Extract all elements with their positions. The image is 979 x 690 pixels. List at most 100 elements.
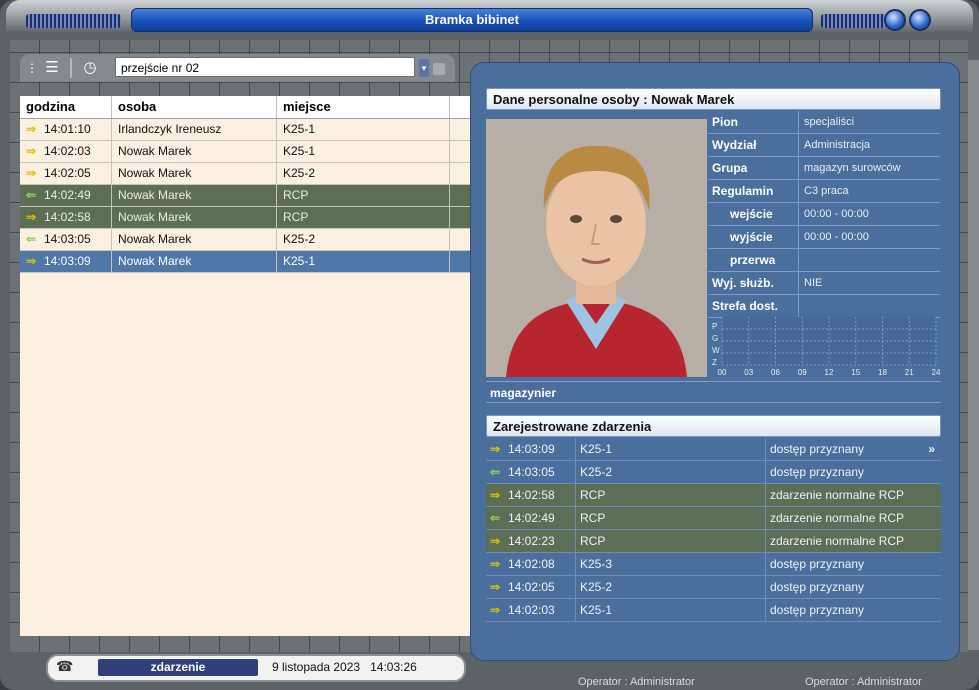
event-place: K25-1 xyxy=(277,119,450,140)
list-item[interactable]: ⇒ 14:02:58 RCP zdarzenie normalne RCP xyxy=(486,484,941,507)
operator-label-left: Operator : Administrator xyxy=(578,676,695,688)
dropdown-arrow-icon[interactable]: ▾ xyxy=(419,59,429,77)
arrow-left-icon: ⇐ xyxy=(26,188,37,202)
chart-row-label: Z xyxy=(712,358,717,367)
reg-event-status: zdarzenie normalne RCP xyxy=(766,507,941,529)
event-person: Nowak Marek xyxy=(112,229,277,250)
event-person: Nowak Marek xyxy=(112,251,277,272)
status-bar: ☎ zdarzenie 9 listopada 2023 14:03:26 xyxy=(46,654,466,682)
reg-event-place: K25-2 xyxy=(576,461,766,483)
reg-event-time: ⇒ 14:02:23 xyxy=(486,530,576,552)
reg-event-time: ⇒ 14:02:58 xyxy=(486,484,576,506)
table-row[interactable]: ⇒ 14:03:09 Nowak Marek K25-1 xyxy=(20,251,475,273)
registered-events-list: ⇒ 14:03:09 K25-1 dostęp przyznany » ⇐ 14:03:05… xyxy=(486,438,941,622)
arrow-right-icon: ⇒ xyxy=(26,254,37,268)
list-item[interactable]: ⇒ 14:02:23 RCP zdarzenie normalne RCP xyxy=(486,530,941,553)
chart-hour-tick: 00 xyxy=(718,368,727,377)
reg-event-status-text: zdarzenie normalne RCP xyxy=(770,511,905,525)
list-item[interactable]: ⇐ 14:02:49 RCP zdarzenie normalne RCP xyxy=(486,507,941,530)
info-label: przerwa xyxy=(708,249,799,271)
chart-hour-tick: 24 xyxy=(932,368,940,377)
reg-event-status: dostęp przyznany xyxy=(766,553,941,575)
info-row: Grupa magazyn surowców xyxy=(708,157,940,180)
toolbar-separator xyxy=(70,58,72,78)
reg-event-time-text: 14:02:05 xyxy=(508,580,555,594)
column-header-person[interactable]: osoba xyxy=(112,96,277,118)
reg-event-time-text: 14:03:05 xyxy=(508,465,555,479)
info-label: Regulamin xyxy=(708,180,799,202)
minimize-button[interactable] xyxy=(884,9,906,31)
reg-event-status-text: zdarzenie normalne RCP xyxy=(770,534,905,548)
phone-icon[interactable]: ☎ xyxy=(56,658,73,675)
table-row[interactable]: ⇒ 14:02:03 Nowak Marek K25-1 xyxy=(20,141,475,163)
reg-event-place: K25-1 xyxy=(576,599,766,621)
info-label: wyjście xyxy=(708,226,799,248)
reg-event-status: dostęp przyznany xyxy=(766,576,941,598)
event-time-text: 14:02:03 xyxy=(44,144,91,158)
chart-hour-tick: 18 xyxy=(878,368,887,377)
reg-event-status: zdarzenie normalne RCP xyxy=(766,530,941,552)
event-time: ⇒ 14:02:58 xyxy=(20,207,112,228)
arrow-right-icon: ⇒ xyxy=(26,144,37,158)
event-place: K25-2 xyxy=(277,229,450,250)
event-place: RCP xyxy=(277,185,450,206)
title-bar[interactable]: Bramka bibinet xyxy=(6,0,973,34)
info-row: wyjście 00:00 - 00:00 xyxy=(708,226,940,249)
table-row[interactable]: ⇐ 14:03:05 Nowak Marek K25-2 xyxy=(20,229,475,251)
status-datetime: 9 listopada 2023 14:03:26 xyxy=(272,656,417,678)
event-time: ⇒ 14:03:09 xyxy=(20,251,112,272)
reg-event-status: dostęp przyznany » xyxy=(766,438,941,460)
list-icon[interactable]: ☰ xyxy=(42,58,62,78)
info-value: 00:00 - 00:00 xyxy=(804,208,869,220)
status-time: 14:03:26 xyxy=(370,660,417,674)
list-item[interactable]: ⇒ 14:03:09 K25-1 dostęp przyznany » xyxy=(486,438,941,461)
event-place: K25-1 xyxy=(277,251,450,272)
reg-event-time-text: 14:02:58 xyxy=(508,488,555,502)
passage-select[interactable]: przejście nr 02 xyxy=(115,57,415,77)
reg-event-place: RCP xyxy=(576,484,766,506)
reg-event-place: K25-2 xyxy=(576,576,766,598)
save-icon[interactable] xyxy=(433,63,445,75)
right-scrollbar[interactable] xyxy=(968,60,979,650)
column-header-place[interactable]: miejsce xyxy=(277,96,450,118)
list-item[interactable]: ⇒ 14:02:03 K25-1 dostęp przyznany xyxy=(486,599,941,622)
event-person: Nowak Marek xyxy=(112,163,277,184)
title-decoration-left xyxy=(26,14,121,28)
info-label: wejście xyxy=(708,203,799,225)
clock-icon[interactable]: ◷ xyxy=(80,58,100,78)
person-photo xyxy=(486,119,707,377)
arrow-right-icon: ⇒ xyxy=(490,442,501,456)
more-icon[interactable]: » xyxy=(928,438,935,460)
event-person: Nowak Marek xyxy=(112,185,277,206)
events-table-header: godzina osoba miejsce xyxy=(20,96,475,119)
reg-event-time: ⇒ 14:03:09 xyxy=(486,438,576,460)
job-title: magazynier xyxy=(486,381,941,403)
list-item[interactable]: ⇒ 14:02:08 K25-3 dostęp przyznany xyxy=(486,553,941,576)
table-row[interactable]: ⇒ 14:01:10 Irlandczyk Ireneusz K25-1 xyxy=(20,119,475,141)
info-value: NIE xyxy=(804,277,823,289)
chart-hour-tick: 21 xyxy=(905,368,914,377)
reg-event-status-text: dostęp przyznany xyxy=(770,442,865,456)
arrow-right-icon: ⇒ xyxy=(26,210,37,224)
event-time: ⇒ 14:02:03 xyxy=(20,141,112,162)
arrow-left-icon: ⇐ xyxy=(26,232,37,246)
arrow-right-icon: ⇒ xyxy=(490,534,501,548)
column-header-time[interactable]: godzina xyxy=(20,96,112,118)
event-time-text: 14:03:05 xyxy=(44,232,91,246)
reg-event-status-text: dostęp przyznany xyxy=(770,603,865,617)
info-row: Wyj. służb. NIE xyxy=(708,272,940,295)
arrow-right-icon: ⇒ xyxy=(490,580,501,594)
event-time-text: 14:02:05 xyxy=(44,166,91,180)
table-row[interactable]: ⇐ 14:02:49 Nowak Marek RCP xyxy=(20,185,475,207)
list-item[interactable]: ⇐ 14:03:05 K25-2 dostęp przyznany xyxy=(486,461,941,484)
event-place: RCP xyxy=(277,207,450,228)
table-row[interactable]: ⇒ 14:02:58 Nowak Marek RCP xyxy=(20,207,475,229)
reg-event-place: RCP xyxy=(576,530,766,552)
list-item[interactable]: ⇒ 14:02:05 K25-2 dostęp przyznany xyxy=(486,576,941,599)
close-button[interactable] xyxy=(909,9,931,31)
table-row[interactable]: ⇒ 14:02:05 Nowak Marek K25-2 xyxy=(20,163,475,185)
event-time-text: 14:01:10 xyxy=(44,122,91,136)
arrow-right-icon: ⇒ xyxy=(490,488,501,502)
chart-row-label: P xyxy=(712,322,717,331)
reg-event-time-text: 14:02:49 xyxy=(508,511,555,525)
